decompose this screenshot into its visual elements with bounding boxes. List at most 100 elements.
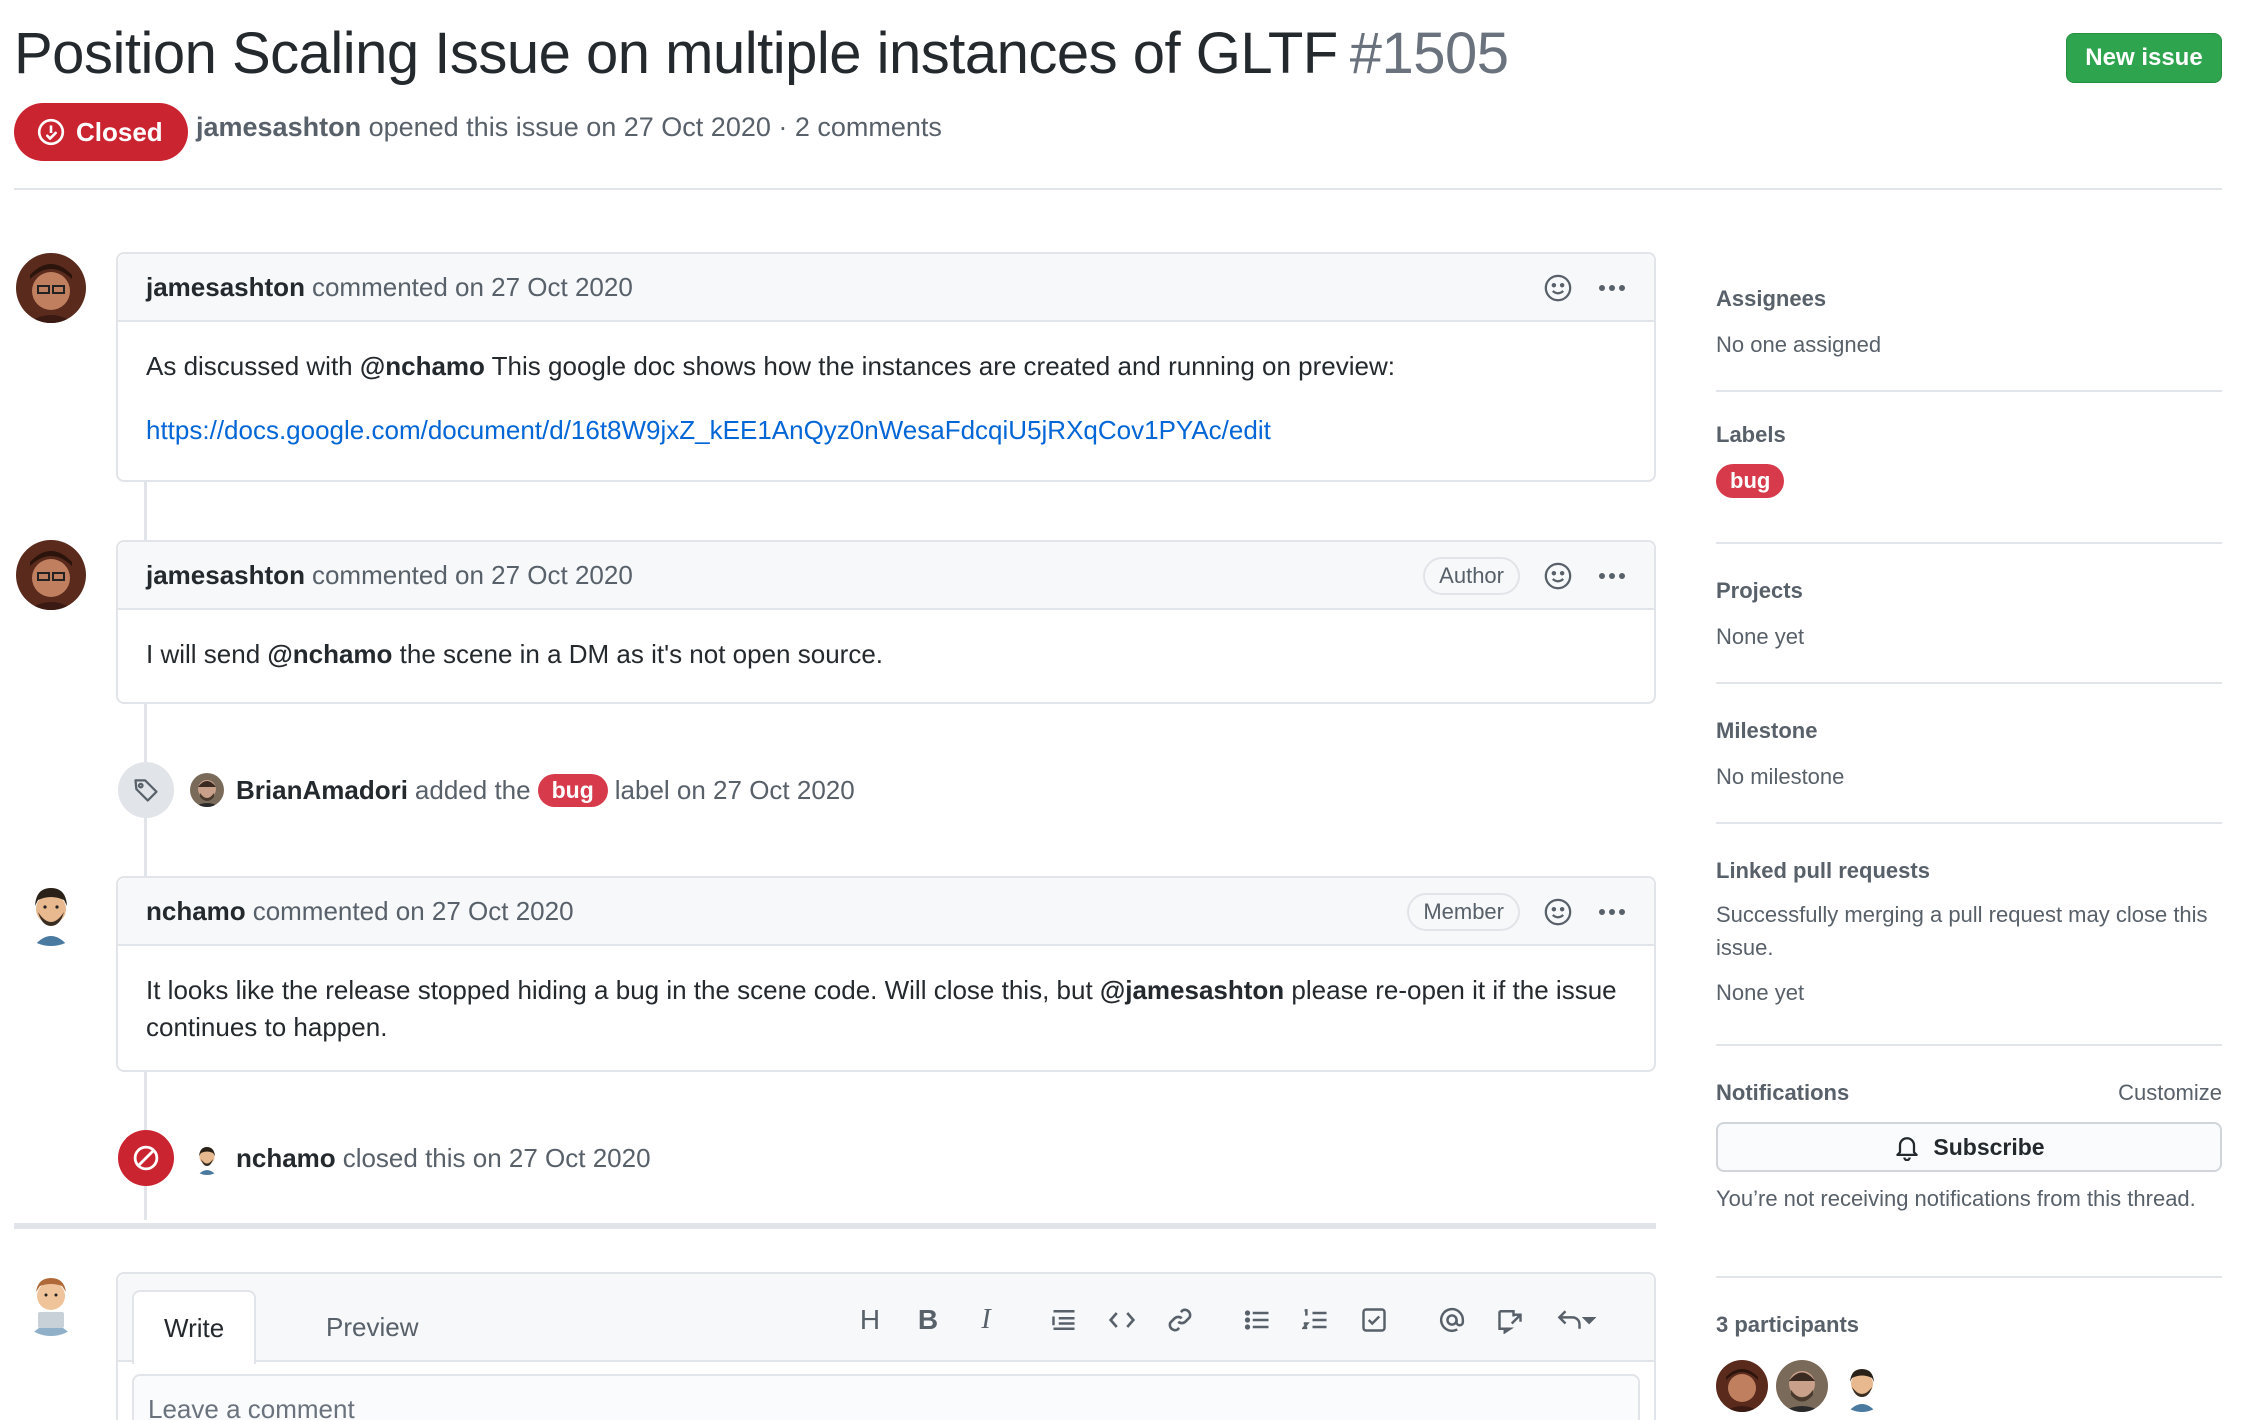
linked-prs-title: Linked pull requests [1716, 858, 1930, 883]
projects-title[interactable]: Projects [1716, 578, 2222, 604]
numbered-list-icon[interactable] [1294, 1298, 1338, 1342]
milestone-title[interactable]: Milestone [1716, 718, 2222, 744]
linked-prs-section: Linked pull requests Successfully mergin… [1716, 824, 2222, 1046]
heading-icon[interactable]: H [848, 1298, 892, 1342]
issue-author-link[interactable]: jamesashton [196, 112, 361, 142]
customize-link[interactable]: Customize [2118, 1080, 2222, 1106]
bug-label[interactable]: bug [537, 773, 608, 807]
notifications-section: Notifications Customize Subscribe You’re… [1716, 1046, 2222, 1278]
avatar-current-user [16, 1266, 86, 1336]
participant-avatar-brianamadori[interactable] [1776, 1360, 1828, 1412]
cross-reference-icon[interactable] [1488, 1298, 1532, 1342]
participant-avatar-nchamo[interactable] [1836, 1360, 1888, 1412]
comment-author[interactable]: jamesashton [146, 272, 305, 303]
avatar-nchamo[interactable] [16, 876, 86, 946]
smiley-icon[interactable] [1542, 896, 1574, 928]
subscribe-label: Subscribe [1933, 1133, 2045, 1160]
editor-toolbar: H B I [848, 1298, 1620, 1342]
comment-textarea[interactable]: Leave a comment [132, 1374, 1640, 1420]
mention-link[interactable]: @jamesashton [1100, 975, 1284, 1005]
task-list-icon[interactable] [1352, 1298, 1396, 1342]
labels-section: Labels bug [1716, 392, 2222, 544]
avatar-brianamadori[interactable] [190, 773, 224, 807]
issue-number: #1505 [1349, 21, 1509, 86]
comment-body: As discussed with @nchamo This google do… [118, 322, 1654, 473]
projects-value: None yet [1716, 624, 1805, 649]
participants-section: 3 participants [1716, 1278, 2222, 1412]
issue-meta: jamesashton opened this issue on 27 Oct … [196, 112, 942, 143]
body-text: This google doc shows how the instances … [484, 351, 1395, 381]
subscribe-button[interactable]: Subscribe [1716, 1122, 2222, 1172]
comment-header: nchamo commented on 27 Oct 2020 Member [118, 878, 1654, 946]
issue-title-text: Position Scaling Issue on multiple insta… [14, 21, 1338, 86]
tab-write[interactable]: Write [132, 1290, 257, 1364]
assignees-title[interactable]: Assignees [1716, 286, 2222, 312]
member-badge: Member [1407, 893, 1520, 931]
bell-icon [1896, 1137, 1919, 1161]
label-event: BrianAmadori added the bug label on 27 O… [118, 762, 855, 818]
event-text: label on 27 Oct 2020 [614, 774, 855, 805]
code-icon[interactable] [1100, 1298, 1144, 1342]
issue-sidebar: Assignees No one assigned Labels bug Pro… [1716, 268, 2222, 1412]
comment-body: I will send @nchamo the scene in a DM as… [118, 610, 1654, 697]
labels-title[interactable]: Labels [1716, 422, 2222, 448]
state-badge: Closed [14, 103, 188, 161]
kebab-menu-icon[interactable] [1596, 560, 1628, 592]
header-divider [14, 188, 2222, 190]
mention-link[interactable]: @nchamo [267, 639, 392, 669]
doc-link[interactable]: https://docs.google.com/document/d/16t8W… [146, 415, 1271, 445]
kebab-menu-icon[interactable] [1596, 896, 1628, 928]
mention-icon[interactable] [1430, 1298, 1474, 1342]
comment-timestamp[interactable]: commented on 27 Oct 2020 [312, 272, 633, 303]
comment-3: nchamo commented on 27 Oct 2020 Member It… [116, 876, 1656, 1072]
notifications-description: You’re not receiving notifications from … [1716, 1186, 2196, 1211]
avatar-jamesashton[interactable] [16, 540, 86, 610]
kebab-menu-icon[interactable] [1596, 272, 1628, 304]
italic-icon[interactable]: I [964, 1298, 1008, 1342]
comment-author[interactable]: nchamo [146, 896, 246, 927]
new-issue-button[interactable]: New issue [2066, 33, 2222, 83]
comment-timestamp[interactable]: commented on 27 Oct 2020 [312, 560, 633, 591]
body-text: I will send [146, 639, 268, 669]
event-actor[interactable]: BrianAmadori [236, 775, 408, 806]
quote-icon[interactable] [1042, 1298, 1086, 1342]
mention-link[interactable]: @nchamo [360, 351, 485, 381]
tab-preview[interactable]: Preview [296, 1290, 448, 1364]
avatar-nchamo[interactable] [190, 1141, 224, 1175]
comment-header: jamesashton commented on 27 Oct 2020 Auth… [118, 542, 1654, 610]
author-badge: Author [1423, 557, 1520, 595]
timeline-end-divider [14, 1223, 1656, 1229]
issue-title: Position Scaling Issue on multiple insta… [14, 20, 1509, 87]
participants-title: 3 participants [1716, 1312, 1860, 1337]
body-text: As discussed with [146, 351, 360, 381]
assignees-section: Assignees No one assigned [1716, 268, 2222, 392]
closed-event: nchamo closed this on 27 Oct 2020 [118, 1130, 651, 1186]
body-text: It looks like the release stopped hiding… [146, 975, 1100, 1005]
event-actor[interactable]: nchamo [236, 1143, 336, 1174]
milestone-section: Milestone No milestone [1716, 684, 2222, 824]
circle-slash-icon [118, 1130, 174, 1186]
event-text: closed this on 27 Oct 2020 [342, 1142, 651, 1173]
smiley-icon[interactable] [1542, 560, 1574, 592]
comment-1: jamesashton commented on 27 Oct 2020 As d… [116, 252, 1656, 482]
participant-avatar-jamesashton[interactable] [1716, 1360, 1768, 1412]
bold-icon[interactable]: B [906, 1298, 950, 1342]
tag-icon [118, 762, 174, 818]
comment-editor: Write Preview H B I Leave a comment [116, 1272, 1656, 1420]
smiley-icon[interactable] [1542, 272, 1574, 304]
bulleted-list-icon[interactable] [1236, 1298, 1280, 1342]
reply-dropdown-icon[interactable] [1546, 1298, 1606, 1342]
state-label: Closed [76, 116, 163, 147]
milestone-value: No milestone [1716, 764, 1845, 789]
participants-avatars [1716, 1360, 2222, 1412]
linked-prs-description: Successfully merging a pull request may … [1716, 902, 2208, 960]
comment-author[interactable]: jamesashton [146, 560, 305, 591]
issue-closed-icon [37, 118, 65, 146]
comment-timestamp[interactable]: commented on 27 Oct 2020 [253, 896, 574, 927]
bug-label[interactable]: bug [1716, 464, 1785, 498]
avatar-jamesashton[interactable] [16, 253, 86, 323]
event-text: added the [414, 774, 531, 805]
issue-meta-text: opened this issue on 27 Oct 2020 · 2 com… [368, 112, 942, 142]
link-icon[interactable] [1158, 1298, 1202, 1342]
comment-header: jamesashton commented on 27 Oct 2020 [118, 254, 1654, 322]
